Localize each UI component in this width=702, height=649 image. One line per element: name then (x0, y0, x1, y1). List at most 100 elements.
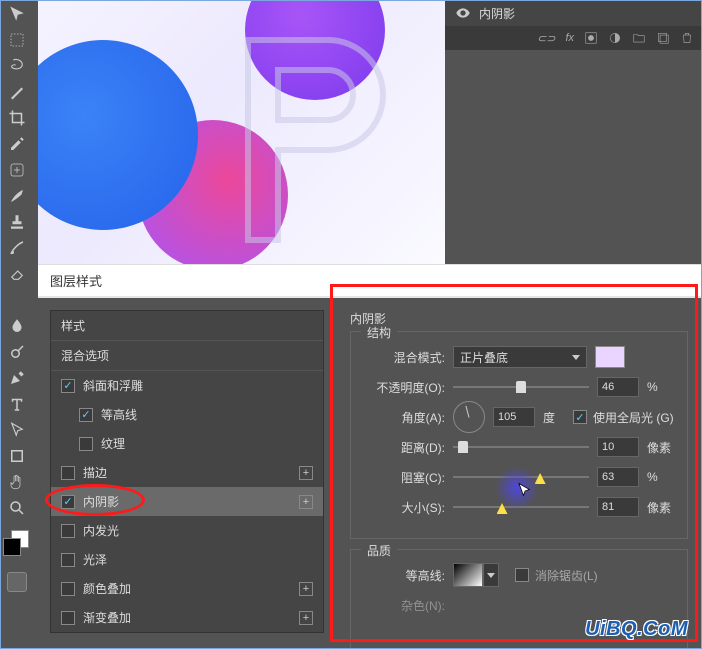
layer-effect-label: 内阴影 (479, 5, 515, 22)
layer-effect-row[interactable]: 内阴影 (445, 0, 702, 26)
size-input[interactable] (597, 497, 639, 517)
style-label: 光泽 (83, 551, 107, 568)
add-effect-icon[interactable]: + (299, 582, 313, 596)
size-unit: 像素 (647, 499, 677, 516)
styles-header[interactable]: 样式 (51, 311, 323, 341)
opacity-unit: % (647, 380, 677, 394)
crop-tool-icon[interactable] (5, 106, 29, 130)
checkbox-icon[interactable] (61, 611, 75, 625)
dodge-tool-icon[interactable] (5, 340, 29, 364)
fx-icon[interactable]: fx (565, 32, 574, 44)
global-light-checkbox[interactable] (573, 410, 587, 424)
mask-icon[interactable] (584, 31, 598, 45)
add-effect-icon[interactable]: + (299, 495, 313, 509)
blend-options-row[interactable]: 混合选项 (51, 341, 323, 371)
link-icon[interactable]: ⊂⊃ (537, 32, 555, 45)
style-label: 描边 (83, 464, 107, 481)
distance-slider[interactable] (453, 437, 589, 457)
distance-input[interactable] (597, 437, 639, 457)
style-gradient-overlay[interactable]: 渐变叠加 + (51, 603, 323, 632)
angle-label: 角度(A): (361, 409, 453, 426)
trash-icon[interactable] (680, 31, 694, 45)
style-satin[interactable]: 光泽 (51, 545, 323, 574)
checkbox-icon[interactable] (79, 408, 93, 422)
choke-slider[interactable] (453, 467, 589, 487)
folder-icon[interactable] (632, 31, 646, 45)
style-texture[interactable]: 纹理 (51, 429, 323, 458)
hand-tool-icon[interactable] (5, 470, 29, 494)
watermark: UiBQ.CoM (585, 618, 688, 641)
checkbox-icon[interactable] (61, 495, 75, 509)
style-stroke[interactable]: 描边 + (51, 458, 323, 487)
styles-list-panel: 样式 混合选项 斜面和浮雕 等高线 纹理 描边 + 内阴影 + 内发光 (38, 298, 336, 649)
structure-legend: 结构 (361, 324, 397, 341)
layers-footer: ⊂⊃ fx (445, 26, 702, 50)
style-label: 斜面和浮雕 (83, 377, 143, 394)
dialog-title-bar: 图层样式 (38, 264, 702, 298)
path-select-tool-icon[interactable] (5, 418, 29, 442)
angle-input[interactable] (493, 407, 535, 427)
checkbox-icon[interactable] (61, 553, 75, 567)
angle-unit: 度 (543, 409, 573, 426)
style-label: 内发光 (83, 522, 119, 539)
eraser-tool-icon[interactable] (5, 262, 29, 286)
tool-strip (0, 0, 33, 649)
shadow-color-swatch[interactable] (595, 346, 625, 368)
antialias-label: 消除锯齿(L) (535, 567, 598, 584)
style-color-overlay[interactable]: 颜色叠加 + (51, 574, 323, 603)
opacity-label: 不透明度(O): (361, 379, 453, 396)
blur-tool-icon[interactable] (5, 314, 29, 338)
add-effect-icon[interactable]: + (299, 611, 313, 625)
shape-tool-icon[interactable] (5, 444, 29, 468)
checkbox-icon[interactable] (61, 379, 75, 393)
heal-tool-icon[interactable] (5, 158, 29, 182)
distance-label: 距离(D): (361, 439, 453, 456)
style-inner-glow[interactable]: 内发光 (51, 516, 323, 545)
marquee-tool-icon[interactable] (5, 28, 29, 52)
opacity-input[interactable] (597, 377, 639, 397)
quick-mask-icon[interactable] (7, 572, 27, 592)
style-contour[interactable]: 等高线 (51, 400, 323, 429)
style-label: 内阴影 (83, 493, 119, 510)
dialog-title-text: 图层样式 (50, 271, 102, 290)
quality-legend: 品质 (361, 542, 397, 559)
history-brush-tool-icon[interactable] (5, 236, 29, 260)
angle-dial[interactable] (453, 401, 485, 433)
zoom-tool-icon[interactable] (5, 496, 29, 520)
size-slider[interactable] (453, 497, 589, 517)
move-tool-icon[interactable] (5, 2, 29, 26)
opacity-slider[interactable] (453, 377, 589, 397)
gradient-tool-icon[interactable] (5, 288, 29, 312)
style-bevel-emboss[interactable]: 斜面和浮雕 (51, 371, 323, 400)
structure-fieldset: 结构 混合模式: 正片叠底 不透明度(O): % 角度(A): 度 使用全局光 … (350, 331, 688, 539)
style-label: 等高线 (101, 406, 137, 423)
checkbox-icon[interactable] (61, 582, 75, 596)
choke-input[interactable] (597, 467, 639, 487)
wand-tool-icon[interactable] (5, 80, 29, 104)
size-label: 大小(S): (361, 499, 453, 516)
eyedropper-tool-icon[interactable] (5, 132, 29, 156)
checkbox-icon[interactable] (79, 437, 93, 451)
pen-tool-icon[interactable] (5, 366, 29, 390)
antialias-checkbox[interactable] (515, 568, 529, 582)
adjustment-icon[interactable] (608, 31, 622, 45)
visibility-icon[interactable] (455, 5, 471, 21)
add-effect-icon[interactable]: + (299, 466, 313, 480)
checkbox-icon[interactable] (61, 524, 75, 538)
contour-dropdown-icon[interactable] (483, 563, 499, 587)
checkbox-icon[interactable] (61, 466, 75, 480)
color-swatches[interactable] (3, 530, 31, 558)
brush-tool-icon[interactable] (5, 184, 29, 208)
blend-mode-dropdown[interactable]: 正片叠底 (453, 346, 587, 368)
foreground-color-swatch[interactable] (3, 538, 21, 556)
distance-unit: 像素 (647, 439, 677, 456)
new-layer-icon[interactable] (656, 31, 670, 45)
type-tool-icon[interactable] (5, 392, 29, 416)
global-light-label: 使用全局光 (G) (593, 409, 674, 426)
lasso-tool-icon[interactable] (5, 54, 29, 78)
stamp-tool-icon[interactable] (5, 210, 29, 234)
style-inner-shadow[interactable]: 内阴影 + (51, 487, 323, 516)
contour-label: 等高线: (361, 567, 453, 584)
style-label: 颜色叠加 (83, 580, 131, 597)
contour-preview[interactable] (453, 563, 483, 587)
